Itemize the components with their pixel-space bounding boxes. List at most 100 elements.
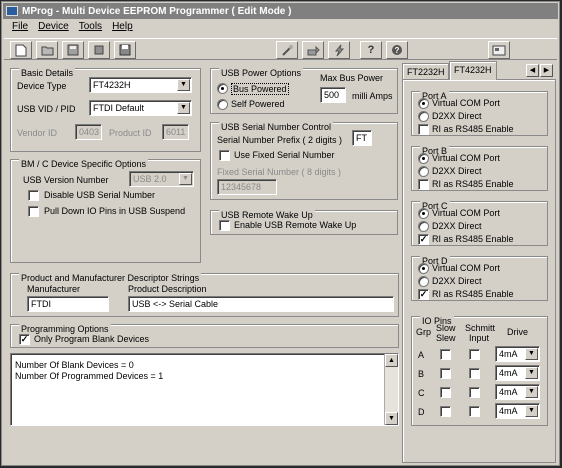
descriptor-strings-legend: Product and Manufacturer Descriptor Stri… — [19, 273, 202, 283]
port-a-vcp-label: Virtual COM Port — [432, 98, 500, 108]
product-id-field[interactable]: 6011 — [162, 124, 189, 140]
status-scrollbar[interactable]: ▲ ▼ — [384, 354, 398, 425]
program-wand-icon[interactable] — [276, 41, 298, 59]
help-icon[interactable]: ? — [360, 41, 382, 59]
port-d-vcp-radio[interactable] — [418, 263, 429, 274]
chevron-down-icon: ▼ — [525, 367, 538, 379]
port-a-group: Port A Virtual COM Port D2XX Direct RI a… — [411, 91, 548, 136]
save-template-icon[interactable] — [62, 41, 84, 59]
port-a-d2xx-radio[interactable] — [418, 111, 429, 122]
port-b-ri-checkbox[interactable] — [418, 179, 429, 190]
scroll-up-icon[interactable]: ▲ — [385, 354, 398, 367]
io-row-a-drive-select[interactable]: 4mA ▼ — [495, 346, 540, 362]
port-d-d2xx-radio[interactable] — [418, 276, 429, 287]
bm-options-legend: BM / C Device Specific Options — [19, 159, 149, 169]
port-b-vcp-radio[interactable] — [418, 153, 429, 164]
programming-options-group: Programming Options ✓ Only Program Blank… — [10, 324, 399, 348]
chevron-down-icon: ▼ — [525, 405, 538, 417]
vendor-id-field[interactable]: 0403 — [75, 124, 102, 140]
chevron-down-icon: ▼ — [525, 348, 538, 360]
product-description-label: Product Description — [128, 284, 207, 294]
basic-details-legend: Basic Details — [19, 68, 76, 78]
menu-tools[interactable]: Tools — [79, 21, 102, 37]
io-row-d-slew-checkbox[interactable] — [440, 406, 451, 417]
port-d-ri-checkbox[interactable]: ✓ — [418, 289, 429, 300]
io-row-d-schmitt-checkbox[interactable] — [469, 406, 480, 417]
io-row-c-schmitt-checkbox[interactable] — [469, 387, 480, 398]
io-row-d-drive-select[interactable]: 4mA ▼ — [495, 403, 540, 419]
serial-prefix-field[interactable]: FT — [352, 130, 372, 146]
menu-help[interactable]: Help — [112, 21, 133, 37]
manufacturer-field[interactable]: FTDI — [27, 296, 109, 312]
manufacturer-label: Manufacturer — [27, 284, 81, 294]
port-d-vcp-label: Virtual COM Port — [432, 263, 500, 273]
tab-ft2232h[interactable]: FT2232H — [402, 63, 449, 79]
stop-icon[interactable] — [88, 41, 110, 59]
remote-wake-checkbox[interactable] — [219, 220, 230, 231]
window-title: MProg - Multi Device EEPROM Programmer (… — [22, 5, 292, 17]
port-c-d2xx-radio[interactable] — [418, 221, 429, 232]
read-device-icon[interactable] — [302, 41, 324, 59]
open-folder-icon[interactable] — [36, 41, 58, 59]
only-blank-checkbox[interactable]: ✓ — [19, 334, 30, 345]
port-c-ri-checkbox[interactable]: ✓ — [418, 234, 429, 245]
save-disk-icon[interactable] — [114, 41, 136, 59]
bus-powered-radio[interactable] — [217, 83, 228, 94]
device-tabs: FT2232H FT4232H ◀ ▶ — [402, 61, 556, 80]
port-c-vcp-radio[interactable] — [418, 208, 429, 219]
remote-wake-label: Enable USB Remote Wake Up — [234, 220, 357, 230]
port-a-ri-checkbox[interactable] — [418, 124, 429, 135]
status-line-programmed: Number Of Programmed Devices = 1 — [15, 371, 164, 381]
pulldown-checkbox[interactable] — [28, 206, 39, 217]
tab-ft4232h[interactable]: FT4232H — [449, 61, 497, 80]
menu-file[interactable]: File — [12, 21, 28, 37]
use-fixed-serial-checkbox[interactable] — [219, 150, 230, 161]
io-row-b-slew-checkbox[interactable] — [440, 368, 451, 379]
max-bus-field[interactable]: 500 — [320, 87, 346, 103]
use-fixed-serial-label: Use Fixed Serial Number — [234, 150, 335, 160]
port-a-d2xx-label: D2XX Direct — [432, 111, 482, 121]
disable-serial-checkbox[interactable] — [28, 190, 39, 201]
scroll-down-icon[interactable]: ▼ — [385, 412, 398, 425]
tab-scroll-left-icon[interactable]: ◀ — [526, 64, 539, 77]
port-b-d2xx-radio[interactable] — [418, 166, 429, 177]
io-row-b-schmitt-checkbox[interactable] — [469, 368, 480, 379]
new-file-icon[interactable] — [10, 41, 32, 59]
io-row-c-slew-checkbox[interactable] — [440, 387, 451, 398]
port-b-d2xx-label: D2XX Direct — [432, 166, 482, 176]
app-window: MProg - Multi Device EEPROM Programmer (… — [1, 1, 560, 466]
title-bar: MProg - Multi Device EEPROM Programmer (… — [3, 3, 558, 19]
io-row-d-grp: D — [418, 407, 425, 417]
io-header-schmitt: Schmitt — [465, 323, 496, 333]
descriptor-strings-group: Product and Manufacturer Descriptor Stri… — [10, 273, 399, 317]
self-powered-radio[interactable] — [217, 99, 228, 110]
vidpid-select[interactable]: FTDI Default ▼ — [89, 100, 192, 116]
status-log[interactable]: Number Of Blank Devices = 0 Number Of Pr… — [10, 353, 399, 426]
chevron-down-icon: ▼ — [177, 79, 190, 91]
only-blank-label: Only Program Blank Devices — [34, 334, 150, 344]
port-b-ri-label: RI as RS485 Enable — [432, 179, 514, 189]
io-row-c-drive-select[interactable]: 4mA ▼ — [495, 384, 540, 400]
port-c-ri-label: RI as RS485 Enable — [432, 234, 514, 244]
pulldown-label: Pull Down IO Pins in USB Suspend — [44, 206, 186, 216]
tab-scroll-right-icon[interactable]: ▶ — [540, 64, 553, 77]
io-row-a-slew-checkbox[interactable] — [440, 349, 451, 360]
port-d-group: Port D Virtual COM Port D2XX Direct ✓ RI… — [411, 256, 548, 301]
usb-version-select[interactable]: USB 2.0 ▼ — [129, 171, 194, 187]
max-bus-label: Max Bus Power — [320, 73, 384, 83]
product-id-label: Product ID — [109, 128, 152, 138]
about-icon[interactable]: ? — [386, 41, 408, 59]
fixed-serial-field[interactable]: 12345678 — [217, 179, 277, 195]
device-type-select[interactable]: FT4232H ▼ — [89, 77, 192, 93]
device-tab-icon[interactable] — [488, 41, 510, 59]
product-description-field[interactable]: USB <-> Serial Cable — [128, 296, 394, 312]
io-row-a-schmitt-checkbox[interactable] — [469, 349, 480, 360]
programming-options-legend: Programming Options — [19, 324, 111, 334]
io-row-b-grp: B — [418, 369, 425, 379]
menu-device[interactable]: Device — [38, 21, 69, 37]
io-row-b-drive-select[interactable]: 4mA ▼ — [495, 365, 540, 381]
erase-lightning-icon[interactable] — [328, 41, 350, 59]
io-header-slew: Slew — [436, 333, 456, 343]
port-a-vcp-radio[interactable] — [418, 98, 429, 109]
disable-serial-label: Disable USB Serial Number — [44, 190, 156, 200]
